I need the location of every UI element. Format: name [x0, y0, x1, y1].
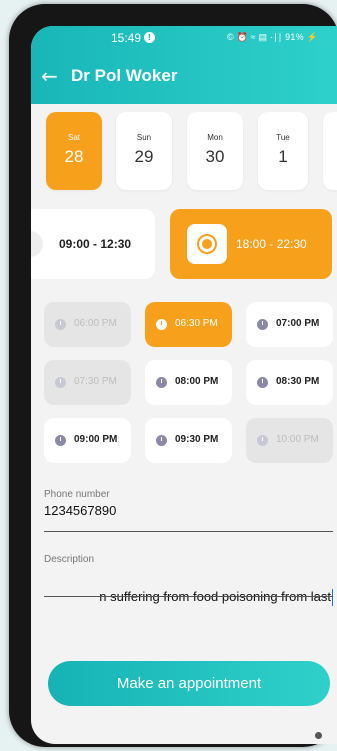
time-slot-label: 07:00 PM [276, 318, 320, 329]
sunset-icon [187, 224, 227, 264]
day-card-next[interactable] [323, 112, 337, 190]
time-slot-label: 07:30 PM [74, 376, 117, 387]
description-underline [44, 596, 333, 597]
time-range-evening[interactable]: 18:00 - 22:30 [170, 209, 332, 279]
time-slot-label: 10:00 PM [276, 434, 319, 445]
day-card-mon[interactable]: Mon 30 [187, 112, 243, 190]
time-range-label: 09:00 - 12:30 [59, 237, 132, 251]
day-name: Tue [276, 133, 290, 142]
clock-icon [55, 319, 66, 330]
time-slot-label: 09:00 PM [74, 434, 118, 445]
clock-icon [257, 435, 268, 446]
clock-icon [257, 319, 268, 330]
time-slot-label: 08:00 PM [175, 376, 219, 387]
camera-dot-icon [315, 732, 322, 739]
time-slot[interactable]: 07:00 PM [246, 302, 333, 347]
time-slot-label: 08:30 PM [276, 376, 320, 387]
day-card-tue[interactable]: Tue 1 [258, 112, 308, 190]
time-slot-label: 09:30 PM [175, 434, 219, 445]
clock-icon [55, 377, 66, 388]
status-bar: 15:49 ! © ⏰ ≈ ▤ ·∣∣ 91% ⚡ [31, 26, 337, 50]
time-slot-label: 06:30 PM [175, 318, 218, 329]
status-icons: © ⏰ ≈ ▤ ·∣∣ 91% ⚡ [227, 32, 318, 42]
time-slot[interactable]: 08:00 PM [145, 360, 232, 405]
time-slot[interactable]: 06:30 PM [145, 302, 232, 347]
clock-icon [55, 435, 66, 446]
description-label: Description [44, 554, 95, 565]
time-slot[interactable]: 09:00 PM [44, 418, 131, 463]
clock-icon [156, 377, 167, 388]
day-date: 1 [278, 147, 288, 166]
page-title: Dr Pol Woker [71, 66, 178, 85]
day-card-sun[interactable]: Sun 29 [116, 112, 172, 190]
time-range-label: 18:00 - 22:30 [236, 237, 307, 251]
phone-underline [44, 531, 333, 532]
notification-badge-icon: ! [144, 32, 155, 43]
back-arrow-icon[interactable]: ← [41, 66, 58, 86]
make-appointment-button[interactable]: Make an appointment [48, 661, 330, 706]
app-screen: 15:49 ! © ⏰ ≈ ▤ ·∣∣ 91% ⚡ ← Dr Pol Woker… [31, 26, 337, 744]
clock-icon [257, 377, 268, 388]
time-slot[interactable]: 09:30 PM [145, 418, 232, 463]
day-name: Mon [207, 133, 223, 142]
clock-icon [156, 435, 167, 446]
day-name: Sat [67, 133, 80, 142]
time-range-morning[interactable]: 09:00 - 12:30 [31, 209, 155, 279]
time-slot[interactable]: 07:30 PM [44, 360, 131, 405]
range-handle [31, 231, 43, 257]
day-date: 30 [205, 147, 225, 166]
time-slot-label: 06:00 PM [74, 318, 117, 329]
clock-icon [156, 319, 167, 330]
time-slot[interactable]: 06:00 PM [44, 302, 131, 347]
day-date: 29 [134, 147, 154, 166]
day-name: Sun [136, 133, 152, 142]
time-slot[interactable]: 10:00 PM [246, 418, 333, 463]
text-cursor [331, 589, 333, 606]
phone-frame: 15:49 ! © ⏰ ≈ ▤ ·∣∣ 91% ⚡ ← Dr Pol Woker… [9, 4, 337, 747]
day-date: 28 [64, 147, 84, 166]
time-slot[interactable]: 08:30 PM [246, 360, 333, 405]
description-field[interactable]: n suffering from food poisoning from las… [44, 589, 333, 609]
phone-field[interactable]: 1234567890 [44, 503, 116, 518]
day-card-sat[interactable]: Sat 28 [46, 112, 102, 190]
phone-label: Phone number [44, 489, 110, 500]
status-time: 15:49 [111, 31, 142, 45]
app-header: 15:49 ! © ⏰ ≈ ▤ ·∣∣ 91% ⚡ ← Dr Pol Woker [31, 26, 337, 104]
